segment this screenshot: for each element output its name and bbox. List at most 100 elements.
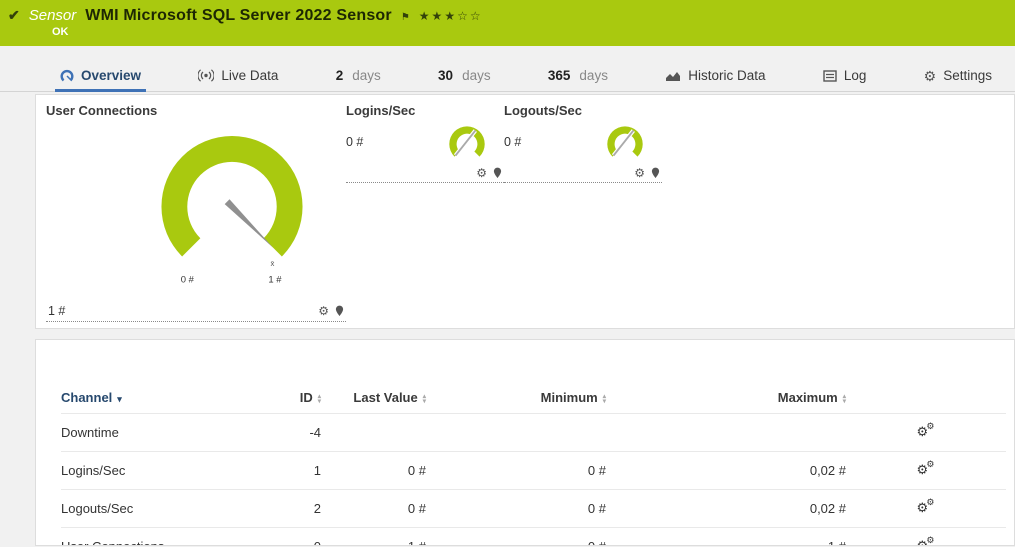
- tab-log-label: Log: [844, 68, 867, 83]
- table-row-logouts-sec: Logouts/Sec 2 0 # 0 # 0,02 # ⚙⚙: [61, 490, 1006, 528]
- channel-last-value: 0 #: [321, 490, 426, 528]
- channel-name: Downtime: [61, 414, 261, 452]
- column-header-label: Last Value: [353, 390, 417, 405]
- channel-settings-icon[interactable]: ⚙⚙: [917, 461, 936, 477]
- column-header-settings: [846, 382, 1006, 414]
- object-kind-label: Sensor: [29, 7, 77, 24]
- column-header-maximum[interactable]: Maximum ▴▾: [606, 382, 846, 414]
- gauge-scale-min: 0 #: [181, 274, 195, 285]
- column-header-label: Minimum: [541, 390, 598, 405]
- gauge-average-marker: x̄: [270, 259, 274, 268]
- channel-settings-icon[interactable]: ⚙⚙: [917, 499, 936, 515]
- priority-flag-icon[interactable]: ⚑: [401, 12, 410, 23]
- tab-2-days-unit: days: [352, 68, 381, 83]
- tab-settings-label: Settings: [943, 68, 992, 83]
- tab-overview-label: Overview: [81, 68, 141, 83]
- gauge-gear-icon[interactable]: ⚙: [476, 167, 487, 179]
- channel-minimum: 0 #: [426, 490, 606, 528]
- gauge-pin-icon[interactable]: [335, 305, 344, 317]
- channel-settings-icon[interactable]: ⚙⚙: [917, 537, 936, 546]
- tab-historic-data-label: Historic Data: [688, 68, 765, 83]
- priority-stars[interactable]: ★★★☆☆: [419, 9, 483, 23]
- tab-bar: Overview Live Data 2 days 30 days 365 da…: [0, 60, 1015, 92]
- channel-minimum: 0 #: [426, 452, 606, 490]
- column-header-id[interactable]: ID ▴▾: [261, 382, 321, 414]
- column-header-label: Maximum: [778, 390, 838, 405]
- tab-overview[interactable]: Overview: [55, 60, 146, 92]
- gauge-current-value: 0 #: [504, 135, 521, 149]
- log-list-icon: [823, 70, 837, 82]
- sort-arrows-icon: ▴▾: [423, 394, 426, 404]
- channel-id: 0: [261, 528, 321, 547]
- logouts-gauge: [600, 120, 650, 164]
- sensor-header: ✔ Sensor WMI Microsoft SQL Server 2022 S…: [0, 0, 1015, 46]
- gauges-panel: User Connections x̄ 0 # 1 # 1 # ⚙ Logins…: [35, 94, 1015, 329]
- status-badge: OK: [52, 26, 69, 38]
- sort-arrows-icon: ▴▾: [843, 394, 846, 404]
- tab-2-days-number: 2: [336, 68, 344, 83]
- tab-365-days[interactable]: 365 days: [543, 60, 613, 92]
- gauge-scale-max: 1 #: [268, 274, 282, 285]
- tab-365-days-unit: days: [579, 68, 608, 83]
- gauge-footer: 1 # ⚙: [46, 304, 346, 322]
- gauge-logins-sec: Logins/Sec 0 # ⚙: [346, 103, 504, 183]
- gauge-title: Logouts/Sec: [504, 103, 662, 118]
- channel-name: Logins/Sec: [61, 452, 261, 490]
- overview-gauge-icon: [60, 69, 74, 83]
- tab-2-days[interactable]: 2 days: [331, 60, 386, 92]
- gauge-title: User Connections: [46, 103, 346, 118]
- tab-settings[interactable]: ⚙ Settings: [919, 60, 997, 92]
- tab-30-days-unit: days: [462, 68, 491, 83]
- gauge-title: Logins/Sec: [346, 103, 504, 118]
- logins-gauge: [442, 120, 492, 164]
- gauge-pin-icon[interactable]: [651, 167, 660, 179]
- channels-panel: Channel ▾ ID ▴▾ Last Value ▴▾ Minimum ▴▾ Max…: [35, 339, 1015, 546]
- channel-name: Logouts/Sec: [61, 490, 261, 528]
- column-header-minimum[interactable]: Minimum ▴▾: [426, 382, 606, 414]
- gauge-footer: ⚙: [504, 167, 662, 183]
- user-connections-gauge: x̄ 0 # 1 #: [146, 118, 318, 290]
- status-check-icon: ✔: [8, 7, 20, 24]
- tab-live-data[interactable]: Live Data: [193, 60, 283, 92]
- tab-30-days[interactable]: 30 days: [433, 60, 496, 92]
- channel-maximum: 1 #: [606, 528, 846, 547]
- channel-id: 2: [261, 490, 321, 528]
- gauge-pin-icon[interactable]: [493, 167, 502, 179]
- channel-settings-icon[interactable]: ⚙⚙: [917, 423, 936, 439]
- page-title: WMI Microsoft SQL Server 2022 Sensor: [85, 7, 392, 25]
- column-header-channel[interactable]: Channel ▾: [61, 382, 261, 414]
- sort-arrows-icon: ▴▾: [318, 394, 321, 404]
- column-header-label: ID: [300, 390, 313, 405]
- tab-historic-data[interactable]: Historic Data: [660, 60, 770, 92]
- channel-minimum: [426, 414, 606, 452]
- channel-last-value: [321, 414, 426, 452]
- channel-maximum: [606, 414, 846, 452]
- table-header-row: Channel ▾ ID ▴▾ Last Value ▴▾ Minimum ▴▾ Max…: [61, 382, 1006, 414]
- channel-name: User Connections: [61, 528, 261, 547]
- column-header-label: Channel: [61, 390, 112, 405]
- channel-last-value: 0 #: [321, 452, 426, 490]
- gauge-user-connections: User Connections x̄ 0 # 1 # 1 # ⚙: [46, 103, 346, 322]
- channel-last-value: 1 #: [321, 528, 426, 547]
- gauge-footer: ⚙: [346, 167, 504, 183]
- tab-live-data-label: Live Data: [221, 68, 278, 83]
- channel-id: 1: [261, 452, 321, 490]
- gauge-gear-icon[interactable]: ⚙: [318, 305, 329, 317]
- table-row-downtime: Downtime -4 ⚙⚙: [61, 414, 1006, 452]
- tab-365-days-number: 365: [548, 68, 571, 83]
- column-header-last-value[interactable]: Last Value ▴▾: [321, 382, 426, 414]
- channel-maximum: 0,02 #: [606, 490, 846, 528]
- live-data-icon: [198, 69, 214, 82]
- channel-minimum: 0 #: [426, 528, 606, 547]
- tab-log[interactable]: Log: [818, 60, 872, 92]
- gauge-gear-icon[interactable]: ⚙: [634, 167, 645, 179]
- gauge-current-value: 1 #: [48, 304, 65, 318]
- historic-chart-icon: [665, 70, 681, 82]
- table-row-user-connections: User Connections 0 1 # 0 # 1 # ⚙⚙: [61, 528, 1006, 547]
- channel-id: -4: [261, 414, 321, 452]
- channel-maximum: 0,02 #: [606, 452, 846, 490]
- sort-arrows-icon: ▴▾: [603, 394, 606, 404]
- settings-gear-icon: ⚙: [924, 69, 937, 83]
- sort-caret-icon: ▾: [117, 394, 122, 404]
- tab-30-days-number: 30: [438, 68, 453, 83]
